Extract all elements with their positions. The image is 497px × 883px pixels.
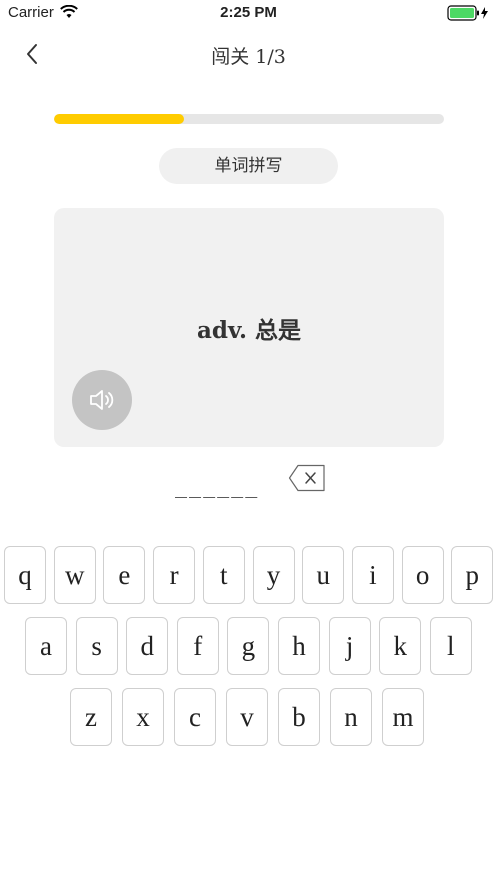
status-bar: Carrier 2:25 PM (0, 0, 497, 26)
key-f[interactable]: f (176, 617, 219, 675)
progress-fill (54, 114, 184, 124)
key-y[interactable]: y (252, 546, 295, 604)
key-d[interactable]: d (126, 617, 169, 675)
key-p[interactable]: p (451, 546, 494, 604)
speaker-icon (90, 390, 114, 410)
play-sound-button[interactable] (72, 370, 132, 430)
key-j[interactable]: j (328, 617, 371, 675)
screen: Carrier 2:25 PM 闯关 1/3 单词拼写 adv. 总是 ____… (0, 0, 497, 883)
answer-blanks: ______ (175, 474, 260, 498)
key-m[interactable]: m (382, 688, 424, 746)
key-r[interactable]: r (153, 546, 196, 604)
key-v[interactable]: v (226, 688, 268, 746)
key-t[interactable]: t (202, 546, 245, 604)
key-u[interactable]: u (302, 546, 345, 604)
key-i[interactable]: i (351, 546, 394, 604)
progress-bar (54, 114, 444, 124)
mode-label: 单词拼写 (159, 148, 338, 184)
key-c[interactable]: c (174, 688, 216, 746)
status-time: 2:25 PM (220, 4, 277, 21)
battery-icon (447, 5, 488, 21)
key-a[interactable]: a (25, 617, 67, 675)
backspace-icon[interactable] (288, 464, 326, 492)
key-q[interactable]: q (4, 546, 46, 604)
key-z[interactable]: z (70, 688, 112, 746)
key-l[interactable]: l (429, 617, 472, 675)
page-title: 闯关 1/3 (211, 46, 286, 68)
key-w[interactable]: w (53, 546, 96, 604)
key-o[interactable]: o (401, 546, 444, 604)
key-s[interactable]: s (75, 617, 118, 675)
key-x[interactable]: x (122, 688, 164, 746)
key-n[interactable]: n (330, 688, 372, 746)
key-e[interactable]: e (103, 546, 146, 604)
key-b[interactable]: b (278, 688, 320, 746)
key-k[interactable]: k (379, 617, 422, 675)
word-card: adv. 总是 (54, 208, 444, 447)
word-definition: adv. 总是 (196, 317, 302, 344)
key-g[interactable]: g (227, 617, 270, 675)
key-h[interactable]: h (278, 617, 320, 675)
